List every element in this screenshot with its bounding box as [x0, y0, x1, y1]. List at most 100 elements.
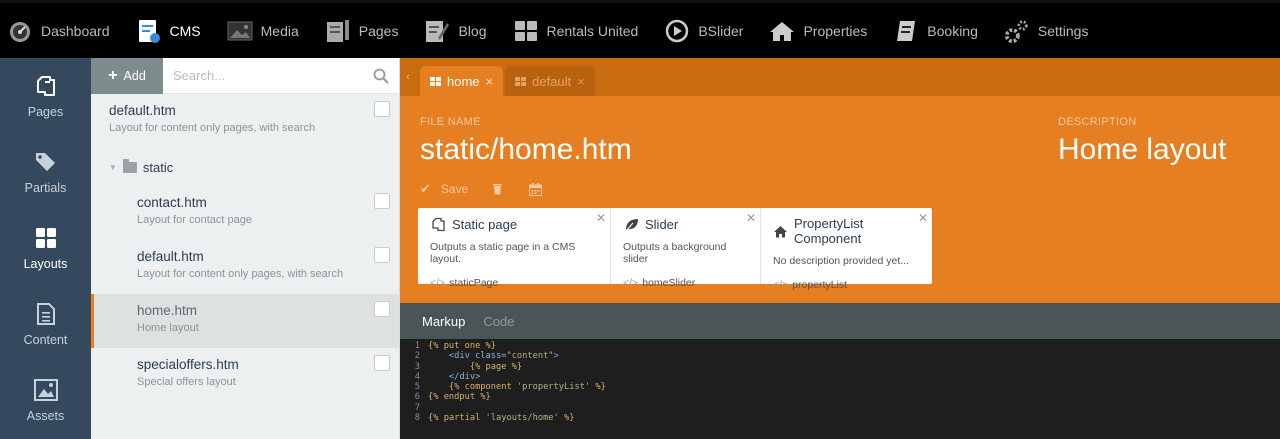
save-button[interactable]: ✔ Save — [420, 181, 468, 197]
search-icon[interactable] — [363, 58, 399, 93]
home-icon — [769, 18, 795, 44]
nav-label: Dashboard — [41, 22, 110, 39]
line-number: 7 — [414, 402, 420, 413]
code-text: <div class="content"> — [448, 351, 559, 362]
file-icon — [33, 301, 59, 327]
code-icon: </> — [430, 277, 446, 289]
nav-pages[interactable]: Pages — [323, 3, 407, 58]
image-icon — [33, 377, 59, 403]
sidebar-item-assets[interactable]: Assets — [0, 362, 91, 438]
close-icon[interactable]: × — [577, 74, 585, 89]
trash-icon[interactable] — [492, 183, 503, 195]
sidebar-item-label: Partials — [24, 181, 67, 195]
list-item-selected[interactable]: home.htm Home layout — [91, 294, 399, 348]
list-item-desc: Special offers layout — [137, 376, 236, 388]
code-line: 3 {% page %} — [400, 362, 1280, 372]
close-icon[interactable]: ✕ — [596, 211, 606, 225]
list-item-title: specialoffers.htm — [137, 357, 239, 372]
nav-label: Properties — [803, 22, 868, 39]
sidebar: Pages Partials Layouts Content Assets — [0, 58, 91, 439]
list-item-desc: Layout for content only pages, with sear… — [109, 122, 316, 134]
nav-bslider[interactable]: BSlider — [662, 3, 751, 58]
file-name-field[interactable]: static/home.htm — [420, 133, 632, 167]
list-item[interactable]: specialoffers.htm Special offers layout — [91, 348, 399, 402]
description-field[interactable]: Home layout — [1058, 133, 1226, 167]
component-property-list[interactable]: PropertyList Component No description pr… — [761, 208, 932, 291]
tab-default[interactable]: default × — [505, 66, 595, 96]
close-icon[interactable]: × — [486, 74, 494, 89]
booking-icon — [893, 18, 919, 44]
list-item-desc: Home layout — [137, 322, 199, 334]
nav-rentals-united[interactable]: Rentals United — [511, 3, 647, 58]
layouts-icon — [33, 225, 59, 251]
close-icon[interactable]: ✕ — [746, 211, 756, 225]
component-static-page[interactable]: Static page Outputs a static page in a C… — [418, 208, 611, 289]
sidebar-item-label: Layouts — [23, 257, 68, 271]
nav-label: Blog — [458, 22, 487, 39]
search-input[interactable] — [163, 58, 363, 93]
sidebar-item-pages[interactable]: Pages — [0, 58, 91, 134]
list-item[interactable]: default.htm Layout for content only page… — [91, 240, 399, 294]
component-title: PropertyList Component — [794, 216, 864, 246]
list-item-desc: Layout for contact page — [137, 214, 252, 226]
save-label: Save — [440, 182, 469, 196]
sidebar-item-partials[interactable]: Partials — [0, 134, 91, 210]
list-item-checkbox[interactable] — [374, 101, 390, 117]
component-alias: staticPage — [449, 277, 499, 289]
top-navigation: Dashboard CMS Media Pages Blog Rentals U… — [0, 0, 1280, 58]
grid-icon — [513, 18, 539, 44]
dashboard-icon — [7, 18, 33, 44]
nav-settings[interactable]: Settings — [1002, 3, 1097, 58]
nav-dashboard[interactable]: Dashboard — [5, 3, 118, 58]
add-button-label: Add — [123, 69, 146, 83]
media-icon — [227, 18, 253, 44]
list-item[interactable]: contact.htm Layout for contact page — [91, 186, 399, 240]
code-icon: </> — [623, 277, 639, 289]
code-line: 6 {% endput %} — [400, 392, 1280, 402]
sidebar-item-label: Content — [23, 333, 68, 347]
calendar-icon[interactable] — [529, 182, 543, 196]
layouts-list-panel: + Add default.htm Layout for content onl… — [91, 58, 400, 439]
list-item-title: home.htm — [137, 303, 198, 318]
close-icon[interactable]: ✕ — [918, 211, 928, 225]
line-number: 5 — [414, 382, 420, 393]
tab-markup[interactable]: Markup — [422, 314, 465, 329]
nav-cms[interactable]: CMS — [134, 3, 209, 58]
code-line: 2 <div class="content"> — [400, 351, 1280, 361]
pages-icon — [325, 18, 351, 44]
components-bar: Static page Outputs a static page in a C… — [418, 208, 932, 291]
list-item-checkbox[interactable] — [374, 193, 390, 209]
line-number: 3 — [414, 361, 420, 372]
code-text: </div> — [448, 371, 481, 382]
list-item[interactable]: default.htm Layout for content only page… — [91, 94, 399, 148]
folder-static[interactable]: ▼ static — [91, 148, 399, 186]
code-line: 4 </div> — [400, 372, 1280, 382]
code-editor[interactable]: 1 {% put one %} 2 <div class="content"> 3 {… — [400, 339, 1280, 439]
line-number: 1 — [414, 341, 420, 351]
code-icon: </> — [773, 279, 789, 291]
home-icon — [773, 223, 788, 239]
line-number: 2 — [414, 351, 420, 362]
sidebar-item-content[interactable]: Content — [0, 286, 91, 362]
list-item-checkbox[interactable] — [374, 355, 390, 371]
sidebar-item-layouts[interactable]: Layouts — [0, 210, 91, 286]
description-label: DESCRIPTION — [1058, 116, 1137, 128]
add-button[interactable]: + Add — [91, 58, 163, 94]
sidebar-item-label: Pages — [27, 105, 64, 119]
list-item-checkbox[interactable] — [374, 247, 390, 263]
chevron-left-icon[interactable]: ‹ — [406, 71, 420, 83]
nav-label: Rentals United — [546, 22, 639, 39]
layout-form: FILE NAME static/home.htm DESCRIPTION Ho… — [400, 96, 1280, 303]
line-number: 4 — [414, 371, 420, 382]
nav-blog[interactable]: Blog — [422, 3, 494, 58]
nav-properties[interactable]: Properties — [767, 3, 875, 58]
nav-media[interactable]: Media — [225, 3, 307, 58]
list-item-checkbox[interactable] — [374, 301, 390, 317]
code-text: {% endput %} — [428, 392, 491, 403]
tab-code[interactable]: Code — [483, 314, 514, 329]
code-line: 7 — [400, 403, 1280, 413]
nav-booking[interactable]: Booking — [891, 3, 986, 58]
nav-label: Booking — [927, 22, 978, 39]
component-slider[interactable]: Slider Outputs a background slider </> ho… — [611, 208, 761, 289]
tab-home[interactable]: home × — [420, 66, 504, 96]
